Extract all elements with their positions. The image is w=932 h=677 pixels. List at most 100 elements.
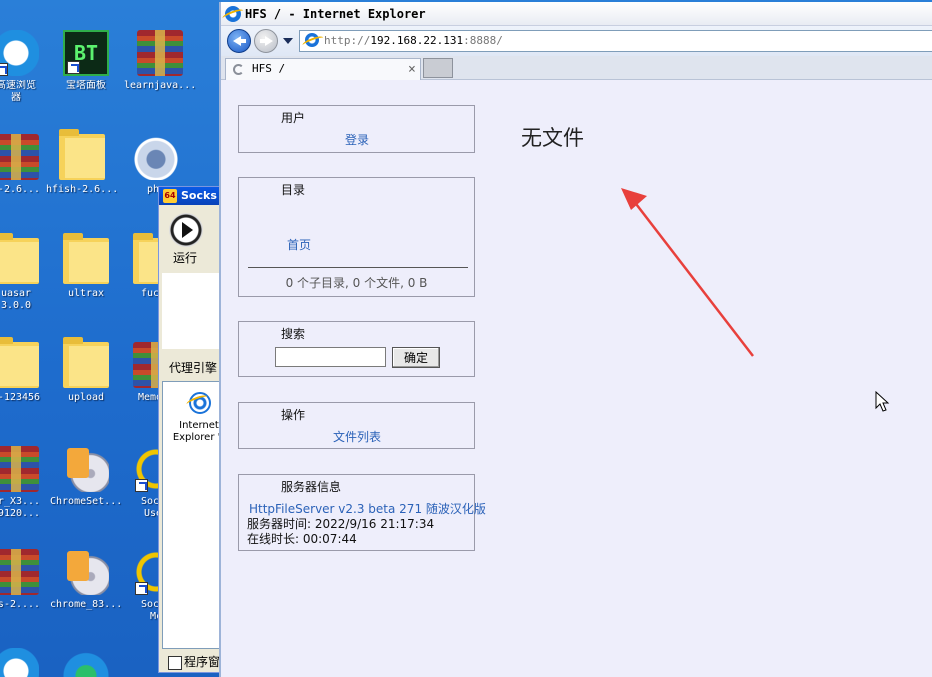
shortcut-arrow-icon	[67, 61, 80, 74]
desktop-icon-123456-folder[interactable]: 1-123456	[0, 337, 52, 404]
desktop-icon-label: hfish-2.6...	[46, 184, 118, 195]
desktop-icon-label: ns-2....	[0, 599, 41, 610]
search-panel: 搜索 确定	[238, 321, 475, 377]
hfs-page: 用户 登录 目录 首页 0 个子目录, 0 个文件, 0 B 搜索 确定 操作 …	[221, 80, 932, 677]
desktop-icon-edge[interactable]	[50, 648, 122, 677]
desktop-icon-x3-archive[interactable]: ar_X3... 19120...	[0, 446, 52, 520]
play-icon[interactable]	[169, 213, 203, 247]
desktop-icon-upload-folder[interactable]: upload	[50, 337, 122, 404]
annotation-arrow	[621, 188, 754, 357]
bt-panel-icon: BT	[63, 30, 109, 76]
shortcut-arrow-icon	[0, 63, 8, 76]
ie-window[interactable]: HFS / - Internet Explorer http://192.168…	[219, 2, 932, 677]
new-tab-button[interactable]	[423, 58, 453, 78]
sockscap-title: Socks	[181, 189, 217, 202]
desktop-icon-ultrax-folder[interactable]: ultrax	[50, 233, 122, 300]
desktop-icon-ns-archive[interactable]: ns-2....	[0, 549, 52, 611]
desktop-icon-label: 宝塔面板	[66, 80, 106, 91]
server-info-panel: 服务器信息 HttpFileServer v2.3 beta 271 随波汉化版…	[238, 474, 486, 551]
sockscap-panel	[162, 273, 220, 349]
mouse-cursor-icon	[875, 391, 890, 412]
desktop-icon-archive[interactable]: h-2.6...	[0, 134, 52, 196]
panel-title: 服务器信息	[281, 480, 342, 494]
folder-panel: 目录 首页 0 个子目录, 0 个文件, 0 B	[238, 177, 475, 297]
desktop-icon-sogou-browser[interactable]: 高速浏览 器	[0, 30, 52, 104]
folder-icon	[0, 337, 39, 388]
panel-title: 目录	[281, 183, 306, 197]
ie-logo-icon	[183, 386, 215, 418]
panel-title: 用户	[281, 111, 306, 125]
divider	[248, 267, 468, 268]
page-icon	[305, 33, 319, 47]
navigation-bar: http://192.168.22.131:8888/	[221, 26, 932, 56]
sogou-browser-icon	[0, 30, 39, 76]
desktop-icon-label: 高速浏览	[0, 80, 36, 91]
url-port: :8888/	[463, 34, 503, 47]
desktop-icon-label: uasar	[0, 288, 32, 299]
ie-logo-icon	[225, 6, 241, 22]
rar-archive-icon	[0, 549, 39, 595]
shortcut-arrow-icon	[135, 582, 148, 595]
panel-title: 搜索	[281, 327, 306, 341]
sockscap-titlebar[interactable]: 64 Socks	[159, 187, 221, 205]
rar-archive-icon	[0, 134, 39, 180]
program-window-tab[interactable]: 程序窗	[162, 653, 222, 671]
forward-button[interactable]	[254, 29, 278, 53]
desktop-icon-label: 1-123456	[0, 392, 41, 403]
installer-cd-icon	[63, 549, 109, 595]
panel-title: 操作	[281, 408, 306, 422]
desktop-icon-chromesetup[interactable]: ChromeSet...	[50, 446, 122, 508]
desktop-icon-label: upload	[67, 392, 105, 403]
actions-panel: 操作 文件列表	[238, 402, 475, 449]
desktop-icon-label: 器	[11, 92, 21, 103]
rar-archive-icon	[137, 30, 183, 76]
desktop-icon-label: ar_X3...	[0, 496, 41, 507]
folder-icon	[0, 233, 39, 284]
program-list[interactable]: Internet Explorer "I	[162, 381, 225, 649]
rar-archive-icon	[0, 446, 39, 492]
sockscap-app-icon: 64	[163, 189, 177, 203]
folder-summary: 0 个子目录, 0 个文件, 0 B	[285, 276, 428, 290]
ie-titlebar[interactable]: HFS / - Internet Explorer	[221, 2, 932, 26]
desktop-icon-bt-panel[interactable]: BT 宝塔面板	[50, 30, 122, 92]
user-panel: 用户 登录	[238, 105, 475, 153]
desktop-icon-partial[interactable]	[0, 648, 52, 677]
sockscap-window[interactable]: 64 Socks 运行 代理引擎 Internet Explorer "I 程序…	[158, 186, 225, 673]
arrow-shaft	[632, 199, 754, 357]
home-link[interactable]: 首页	[287, 236, 311, 253]
settings-file-icon	[133, 134, 179, 180]
edge-browser-icon	[63, 648, 109, 677]
run-button-label[interactable]: 运行	[173, 249, 197, 266]
folder-icon	[59, 129, 105, 180]
tab-bar: HFS / ×	[221, 56, 932, 80]
close-tab-icon[interactable]: ×	[408, 60, 416, 80]
search-submit-button[interactable]: 确定	[392, 347, 440, 368]
desktop-icon-label: h-2.6...	[0, 184, 41, 195]
history-dropdown-icon[interactable]	[283, 36, 293, 46]
desktop-icon-hfish-folder[interactable]: hfish-2.6...	[46, 129, 118, 196]
desktop-icon-label: 3.0.0	[0, 300, 32, 311]
ie-e-icon	[189, 392, 211, 414]
desktop-icon-label: chrome_83...	[50, 599, 122, 610]
url-host: 192.168.22.131	[370, 34, 464, 47]
url-protocol: http://	[324, 34, 371, 47]
desktop-icon-label: ChromeSet...	[50, 496, 122, 507]
search-input[interactable]	[275, 347, 386, 367]
desktop-icon-quasar-folder[interactable]: uasar 3.0.0	[0, 233, 52, 312]
arrow-head	[621, 188, 647, 210]
address-bar[interactable]: http://192.168.22.131:8888/	[299, 30, 932, 52]
tab-label: HFS /	[252, 62, 286, 75]
back-button[interactable]	[227, 29, 251, 53]
login-link[interactable]: 登录	[345, 131, 369, 148]
desktop-icon-label: ultrax	[67, 288, 105, 299]
folder-icon	[63, 337, 109, 388]
tab-hfs[interactable]: HFS / ×	[225, 58, 421, 80]
desktop-icon-chrome83[interactable]: chrome_83...	[50, 549, 122, 611]
desktop-icon-label: 19120...	[0, 508, 41, 519]
desktop-icon-learnjava[interactable]: learnjava...	[124, 30, 196, 92]
folder-icon	[63, 233, 109, 284]
file-list-link[interactable]: 文件列表	[333, 428, 381, 445]
app-icon	[0, 648, 39, 677]
no-files-message: 无文件	[521, 126, 584, 150]
desktop-icon-label: learnjava...	[124, 80, 196, 91]
